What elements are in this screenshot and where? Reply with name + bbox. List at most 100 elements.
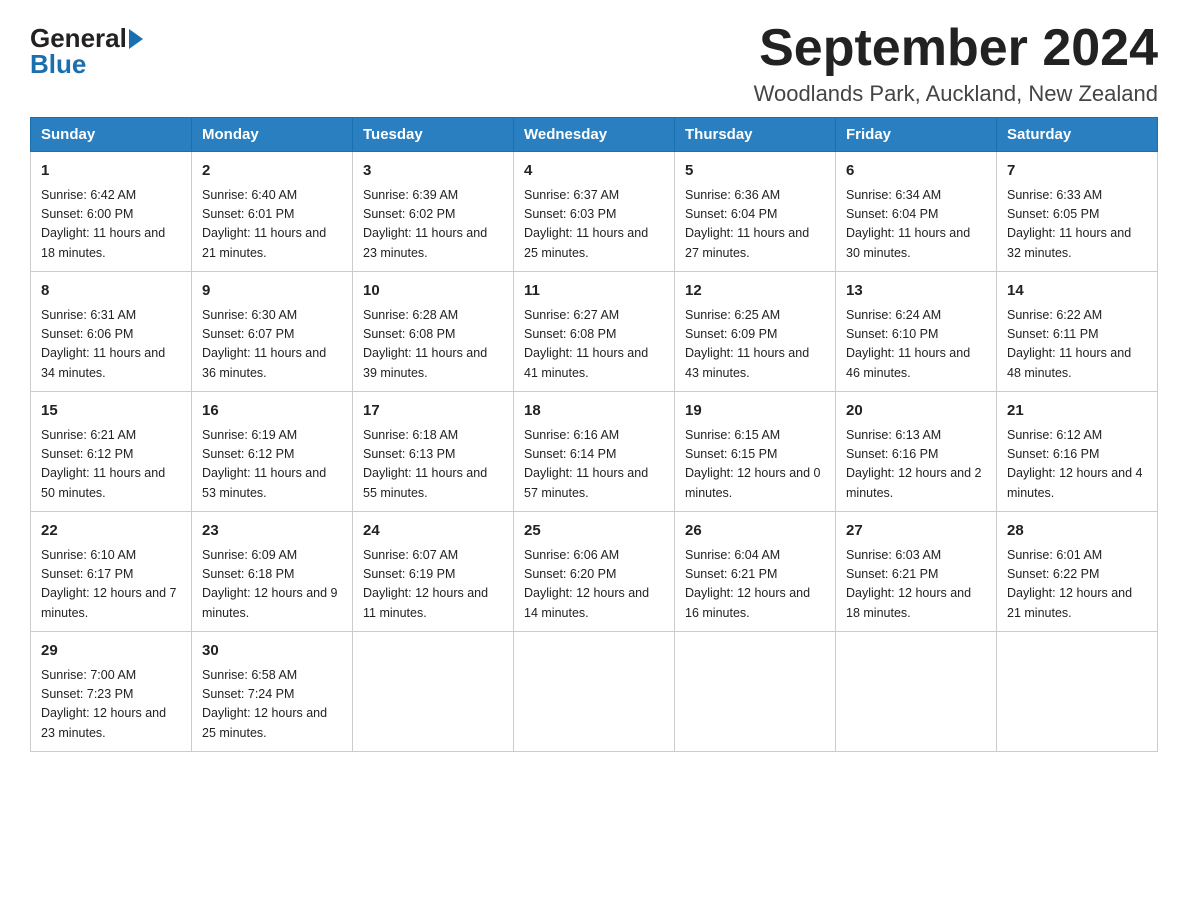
day-info: Sunrise: 6:33 AMSunset: 6:05 PMDaylight:… (1007, 186, 1147, 264)
col-saturday: Saturday (997, 118, 1158, 152)
day-info: Sunrise: 6:01 AMSunset: 6:22 PMDaylight:… (1007, 546, 1147, 624)
day-number: 11 (524, 280, 664, 303)
calendar-table: Sunday Monday Tuesday Wednesday Thursday… (30, 117, 1158, 752)
day-number: 19 (685, 400, 825, 423)
table-row (675, 632, 836, 752)
day-number: 21 (1007, 400, 1147, 423)
table-row: 10Sunrise: 6:28 AMSunset: 6:08 PMDayligh… (353, 272, 514, 392)
table-row: 28 Sunrise: 6:01 AMSunset: 6:22 PMDayligh… (997, 512, 1158, 632)
day-info: Sunrise: 6:27 AMSunset: 6:08 PMDaylight:… (524, 306, 664, 384)
day-info: Sunrise: 7:00 AMSunset: 7:23 PMDaylight:… (41, 666, 181, 744)
table-row: 1 Sunrise: 6:42 AMSunset: 6:00 PMDaylight… (31, 152, 192, 272)
day-info: Sunrise: 6:31 AMSunset: 6:06 PMDaylight:… (41, 306, 181, 384)
calendar-week-row: 15 Sunrise: 6:21 AMSunset: 6:12 PMDayligh… (31, 392, 1158, 512)
day-info: Sunrise: 6:25 AMSunset: 6:09 PMDaylight:… (685, 306, 825, 384)
table-row: 17Sunrise: 6:18 AMSunset: 6:13 PMDayligh… (353, 392, 514, 512)
day-info: Sunrise: 6:03 AMSunset: 6:21 PMDaylight:… (846, 546, 986, 624)
day-info: Sunrise: 6:06 AMSunset: 6:20 PMDaylight:… (524, 546, 664, 624)
table-row: 16Sunrise: 6:19 AMSunset: 6:12 PMDayligh… (192, 392, 353, 512)
logo-general: General (30, 25, 127, 51)
day-info: Sunrise: 6:16 AMSunset: 6:14 PMDaylight:… (524, 426, 664, 504)
day-info: Sunrise: 6:15 AMSunset: 6:15 PMDaylight:… (685, 426, 825, 504)
table-row: 26 Sunrise: 6:04 AMSunset: 6:21 PMDayligh… (675, 512, 836, 632)
day-info: Sunrise: 6:04 AMSunset: 6:21 PMDaylight:… (685, 546, 825, 624)
day-number: 26 (685, 520, 825, 543)
col-monday: Monday (192, 118, 353, 152)
table-row: 5 Sunrise: 6:36 AMSunset: 6:04 PMDaylight… (675, 152, 836, 272)
day-number: 25 (524, 520, 664, 543)
day-number: 22 (41, 520, 181, 543)
day-info: Sunrise: 6:19 AMSunset: 6:12 PMDaylight:… (202, 426, 342, 504)
table-row: 24Sunrise: 6:07 AMSunset: 6:19 PMDayligh… (353, 512, 514, 632)
table-row: 7 Sunrise: 6:33 AMSunset: 6:05 PMDaylight… (997, 152, 1158, 272)
calendar-week-row: 29 Sunrise: 7:00 AMSunset: 7:23 PMDayligh… (31, 632, 1158, 752)
day-info: Sunrise: 6:34 AMSunset: 6:04 PMDaylight:… (846, 186, 986, 264)
col-thursday: Thursday (675, 118, 836, 152)
table-row: 20 Sunrise: 6:13 AMSunset: 6:16 PMDayligh… (836, 392, 997, 512)
page-title: September 2024 (754, 20, 1158, 77)
table-row: 22 Sunrise: 6:10 AMSunset: 6:17 PMDayligh… (31, 512, 192, 632)
day-info: Sunrise: 6:21 AMSunset: 6:12 PMDaylight:… (41, 426, 181, 504)
calendar-week-row: 8 Sunrise: 6:31 AMSunset: 6:06 PMDaylight… (31, 272, 1158, 392)
col-friday: Friday (836, 118, 997, 152)
day-number: 5 (685, 160, 825, 183)
day-number: 4 (524, 160, 664, 183)
day-number: 8 (41, 280, 181, 303)
day-number: 9 (202, 280, 342, 303)
day-info: Sunrise: 6:39 AMSunset: 6:02 PMDaylight:… (363, 186, 503, 264)
day-number: 7 (1007, 160, 1147, 183)
table-row: 21 Sunrise: 6:12 AMSunset: 6:16 PMDayligh… (997, 392, 1158, 512)
day-number: 3 (363, 160, 503, 183)
col-wednesday: Wednesday (514, 118, 675, 152)
table-row: 30Sunrise: 6:58 AMSunset: 7:24 PMDayligh… (192, 632, 353, 752)
day-number: 30 (202, 640, 342, 663)
table-row (997, 632, 1158, 752)
day-info: Sunrise: 6:22 AMSunset: 6:11 PMDaylight:… (1007, 306, 1147, 384)
table-row: 19 Sunrise: 6:15 AMSunset: 6:15 PMDayligh… (675, 392, 836, 512)
day-number: 17 (363, 400, 503, 423)
day-number: 10 (363, 280, 503, 303)
col-sunday: Sunday (31, 118, 192, 152)
day-info: Sunrise: 6:10 AMSunset: 6:17 PMDaylight:… (41, 546, 181, 624)
day-number: 27 (846, 520, 986, 543)
table-row: 8 Sunrise: 6:31 AMSunset: 6:06 PMDaylight… (31, 272, 192, 392)
calendar-week-row: 22 Sunrise: 6:10 AMSunset: 6:17 PMDayligh… (31, 512, 1158, 632)
table-row: 18 Sunrise: 6:16 AMSunset: 6:14 PMDayligh… (514, 392, 675, 512)
table-row: 4Sunrise: 6:37 AMSunset: 6:03 PMDaylight… (514, 152, 675, 272)
table-row (353, 632, 514, 752)
table-row: 14 Sunrise: 6:22 AMSunset: 6:11 PMDayligh… (997, 272, 1158, 392)
logo-blue: Blue (30, 49, 86, 80)
calendar-week-row: 1 Sunrise: 6:42 AMSunset: 6:00 PMDaylight… (31, 152, 1158, 272)
day-info: Sunrise: 6:24 AMSunset: 6:10 PMDaylight:… (846, 306, 986, 384)
day-number: 24 (363, 520, 503, 543)
table-row: 2Sunrise: 6:40 AMSunset: 6:01 PMDaylight… (192, 152, 353, 272)
table-row: 3 Sunrise: 6:39 AMSunset: 6:02 PMDaylight… (353, 152, 514, 272)
day-info: Sunrise: 6:42 AMSunset: 6:00 PMDaylight:… (41, 186, 181, 264)
day-number: 18 (524, 400, 664, 423)
day-number: 6 (846, 160, 986, 183)
page-header: General Blue September 2024 Woodlands Pa… (30, 20, 1158, 107)
table-row: 11 Sunrise: 6:27 AMSunset: 6:08 PMDayligh… (514, 272, 675, 392)
day-number: 13 (846, 280, 986, 303)
day-info: Sunrise: 6:13 AMSunset: 6:16 PMDaylight:… (846, 426, 986, 504)
day-number: 14 (1007, 280, 1147, 303)
calendar-header-row: Sunday Monday Tuesday Wednesday Thursday… (31, 118, 1158, 152)
day-number: 29 (41, 640, 181, 663)
day-number: 15 (41, 400, 181, 423)
table-row (836, 632, 997, 752)
table-row: 23Sunrise: 6:09 AMSunset: 6:18 PMDayligh… (192, 512, 353, 632)
day-number: 1 (41, 160, 181, 183)
table-row: 6 Sunrise: 6:34 AMSunset: 6:04 PMDaylight… (836, 152, 997, 272)
day-number: 23 (202, 520, 342, 543)
day-number: 20 (846, 400, 986, 423)
table-row: 15 Sunrise: 6:21 AMSunset: 6:12 PMDayligh… (31, 392, 192, 512)
day-info: Sunrise: 6:30 AMSunset: 6:07 PMDaylight:… (202, 306, 342, 384)
day-info: Sunrise: 6:36 AMSunset: 6:04 PMDaylight:… (685, 186, 825, 264)
day-number: 28 (1007, 520, 1147, 543)
logo: General Blue (30, 20, 145, 80)
title-block: September 2024 Woodlands Park, Auckland,… (754, 20, 1158, 107)
table-row (514, 632, 675, 752)
day-info: Sunrise: 6:12 AMSunset: 6:16 PMDaylight:… (1007, 426, 1147, 504)
table-row: 27 Sunrise: 6:03 AMSunset: 6:21 PMDayligh… (836, 512, 997, 632)
table-row: 9 Sunrise: 6:30 AMSunset: 6:07 PMDaylight… (192, 272, 353, 392)
